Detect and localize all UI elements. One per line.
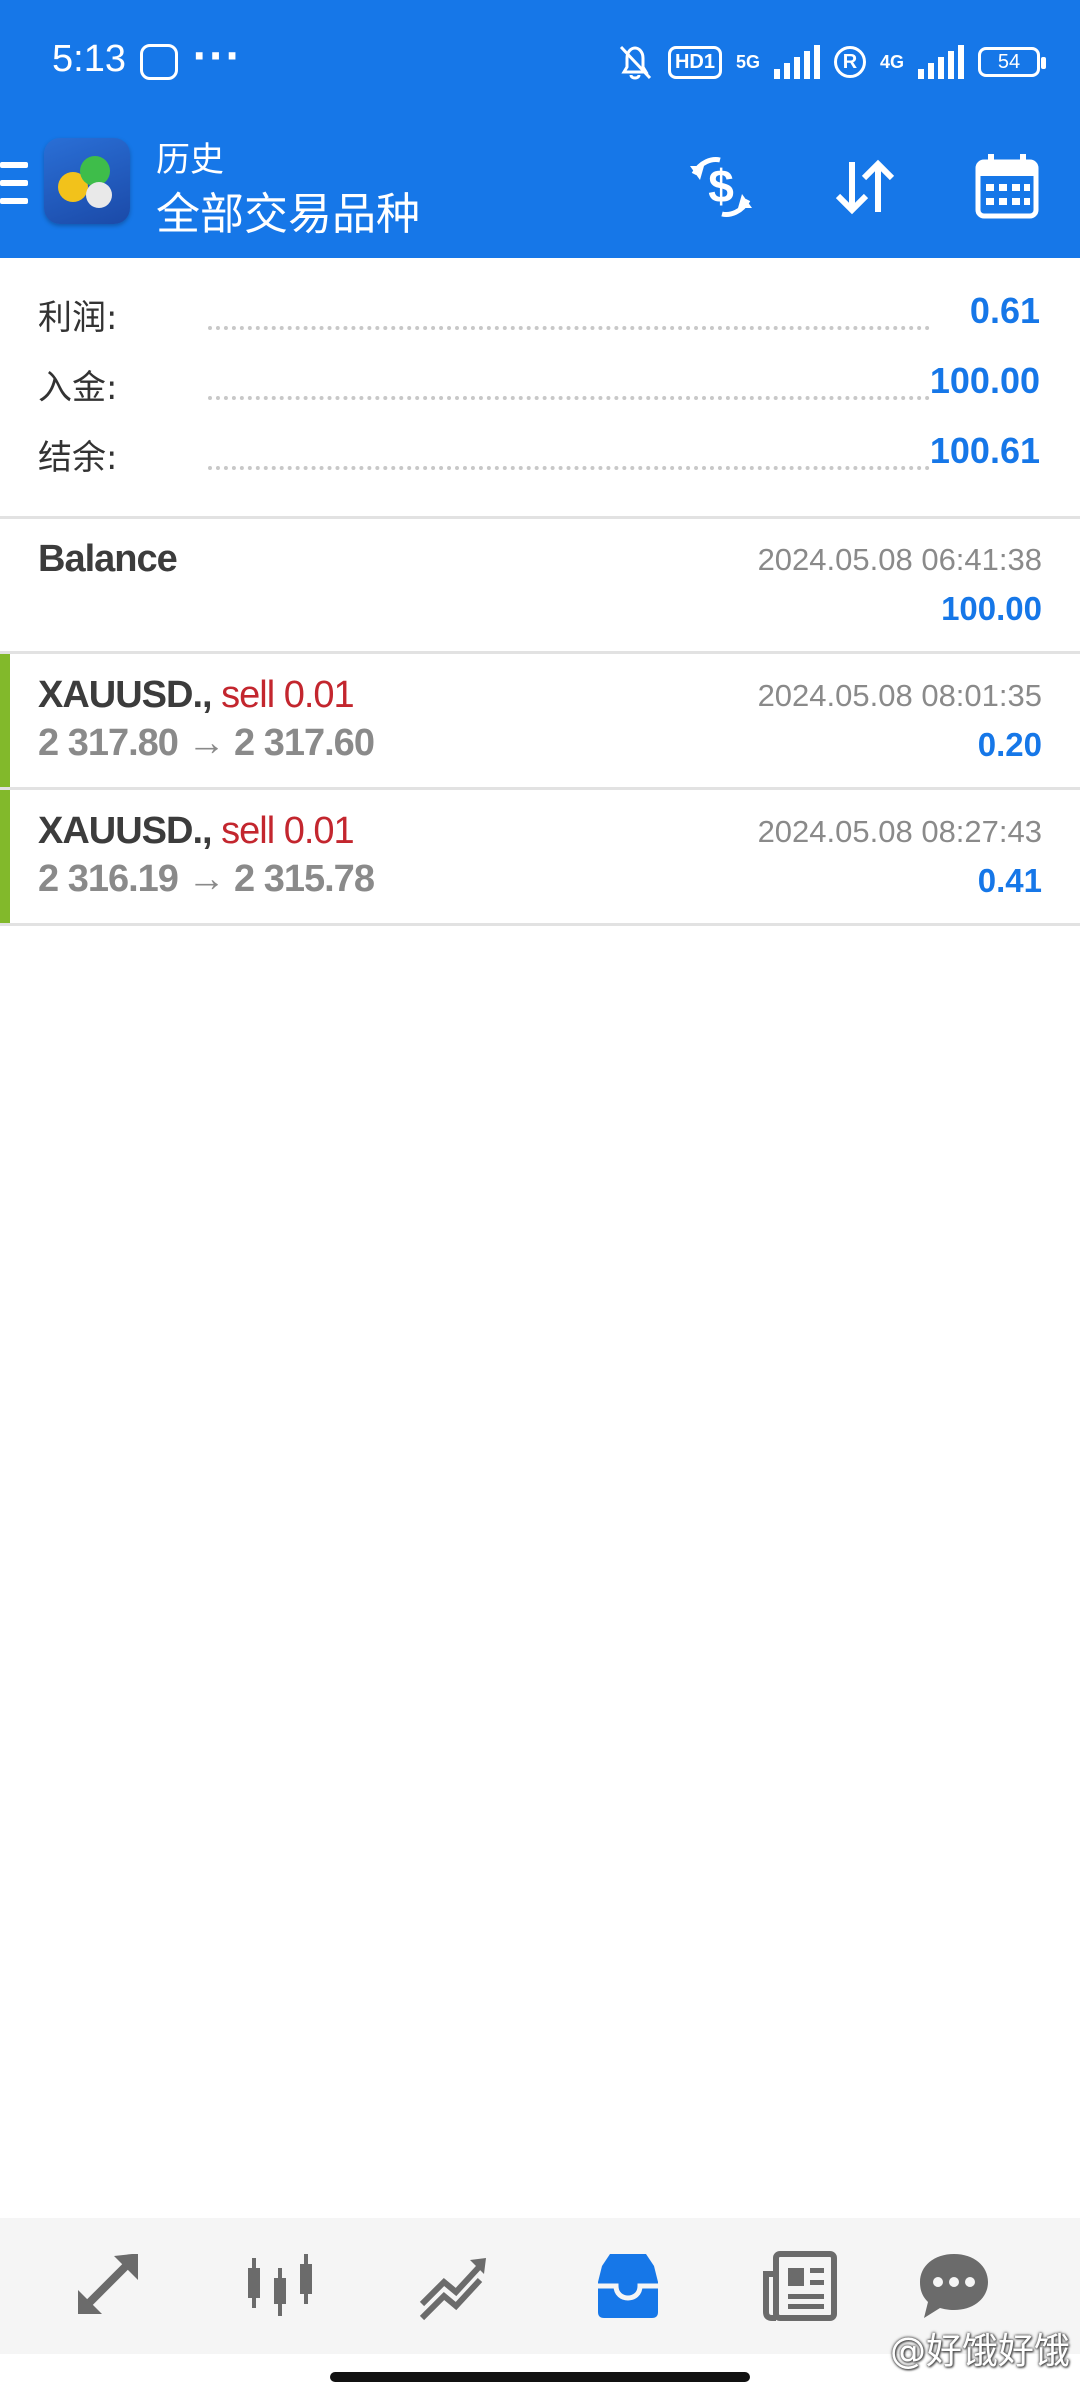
page-subtitle[interactable]: 历史 <box>156 132 224 181</box>
deal-prices: 2 317.80 → 2 317.60 <box>38 722 375 764</box>
more-notifications-icon: ··· <box>192 34 242 78</box>
signal-strength-icon <box>773 45 820 79</box>
network-type-1: 5G <box>735 52 760 72</box>
bell-muted-icon <box>619 45 652 80</box>
sort-icon[interactable] <box>830 152 900 222</box>
deal-time: 2024.05.08 08:27:43 <box>757 814 1042 849</box>
history-summary: 利润: 0.61 入金: 100.00 结余: 100.61 <box>0 258 1080 519</box>
hd-voice-badge: HD1 <box>667 45 722 79</box>
app-header: 历史 全部交易品种 $ <box>0 126 1080 258</box>
menu-icon[interactable] <box>0 162 28 218</box>
status-time: 5:13 <box>52 38 126 80</box>
signal-strength-icon-2 <box>918 45 964 79</box>
status-bar: 5:13 ··· HD1 5G R 4G 54 <box>0 0 1080 126</box>
deal-row[interactable]: XAUUSD., sell 0.01 2 317.80 → 2 317.60 2… <box>0 654 1080 790</box>
message-notification-icon <box>140 44 178 80</box>
profit-value: 0.61 <box>969 290 1040 331</box>
deal-side: sell 0.01 <box>221 810 355 852</box>
summary-profit-row: 利润: 0.61 <box>38 290 1040 350</box>
quotes-icon[interactable] <box>68 2246 148 2326</box>
deal-side-bar <box>0 790 10 923</box>
deposit-value: 100.00 <box>929 360 1040 401</box>
balance-entry-title: Balance <box>38 538 178 580</box>
balance-label: 结余: <box>38 438 118 478</box>
chart-icon[interactable] <box>240 2246 320 2326</box>
profit-label: 利润: <box>38 298 118 338</box>
home-indicator[interactable] <box>330 2372 750 2382</box>
deal-side-bar <box>0 654 10 787</box>
deal-symbol: XAUUSD., <box>38 810 213 852</box>
dot-leader <box>208 466 930 470</box>
app-logo-icon <box>44 138 130 224</box>
balance-entry-amount: 100.00 <box>941 590 1042 627</box>
deal-row[interactable]: XAUUSD., sell 0.01 2 316.19 → 2 315.78 2… <box>0 790 1080 926</box>
watermark: @好饿好饿 <box>889 2331 1070 2372</box>
deal-profit: 0.41 <box>977 862 1042 899</box>
balance-entry-row[interactable]: Balance 2024.05.08 06:41:38 100.00 <box>0 518 1080 654</box>
status-indicators: HD1 5G R 4G 54 <box>616 38 1046 86</box>
dollar-refresh-icon[interactable]: $ <box>686 152 756 222</box>
dot-leader <box>208 326 930 330</box>
news-icon[interactable] <box>760 2246 840 2326</box>
balance-value: 100.61 <box>929 430 1040 471</box>
battery-icon: 54 <box>978 47 1046 77</box>
deal-profit: 0.20 <box>977 726 1042 763</box>
trade-icon[interactable] <box>414 2246 494 2326</box>
deposit-label: 入金: <box>38 368 118 408</box>
summary-balance-row: 结余: 100.61 <box>38 430 1040 490</box>
roaming-icon: R <box>833 46 866 78</box>
deal-time: 2024.05.08 08:01:35 <box>757 678 1042 713</box>
history-icon[interactable] <box>588 2246 668 2326</box>
page-title[interactable]: 全部交易品种 <box>156 178 420 242</box>
balance-entry-time: 2024.05.08 06:41:38 <box>757 542 1042 577</box>
deal-symbol: XAUUSD., <box>38 674 213 716</box>
summary-deposit-row: 入金: 100.00 <box>38 360 1040 420</box>
deal-title: XAUUSD., sell 0.01 <box>38 810 355 853</box>
chat-icon[interactable] <box>914 2246 994 2326</box>
deal-side: sell 0.01 <box>221 674 355 716</box>
svg-text:$: $ <box>708 160 734 212</box>
network-type-2: 4G <box>879 52 904 72</box>
calendar-icon[interactable] <box>972 152 1042 222</box>
dot-leader <box>208 396 930 400</box>
deal-prices: 2 316.19 → 2 315.78 <box>38 858 375 900</box>
deal-title: XAUUSD., sell 0.01 <box>38 674 355 717</box>
